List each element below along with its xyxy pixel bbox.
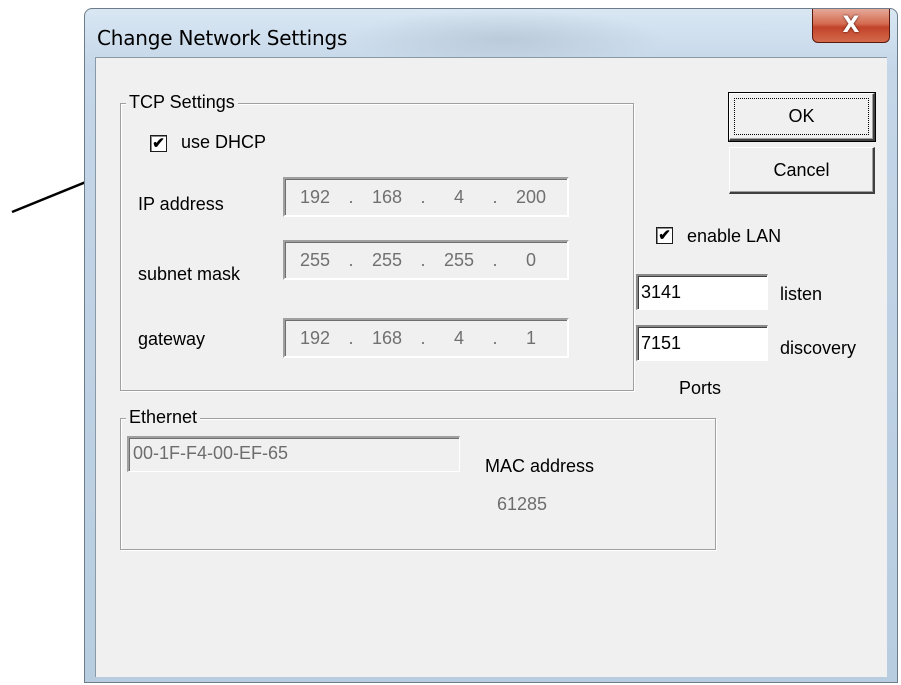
gateway-octet-1: 192 (299, 327, 331, 348)
ip-octet-2: 168 (371, 186, 403, 207)
mask-octet-2: 255 (371, 249, 403, 270)
mask-octet-4: 0 (525, 249, 536, 270)
discovery-label: discovery (780, 338, 857, 358)
enable-lan-checkbox[interactable]: ✔ (656, 227, 673, 244)
discovery-port-input[interactable]: 7151 (636, 325, 768, 361)
check-icon: ✔ (658, 227, 671, 244)
check-icon: ✔ (152, 135, 165, 152)
mac-address-field: 00-1F-F4-00-EF-65 (127, 436, 460, 472)
ip-address-field: 192 . 168 . 4 . 200 (283, 177, 569, 217)
mac-address-label: MAC address (485, 456, 595, 476)
listen-label: listen (780, 284, 823, 304)
ok-button[interactable]: OK (728, 92, 876, 142)
ip-octet-3: 4 (453, 186, 464, 207)
ip-address-label: IP address (138, 194, 224, 214)
gateway-field: 192 . 168 . 4 . 1 (283, 318, 569, 358)
ethernet-legend: Ethernet (126, 407, 201, 428)
cancel-button-label: Cancel (773, 159, 830, 180)
listen-port-input[interactable]: 3141 (636, 274, 768, 310)
mask-octet-3: 255 (443, 249, 475, 270)
use-dhcp-checkbox[interactable]: ✔ (150, 135, 167, 152)
window-title: Change Network Settings (97, 26, 348, 50)
ethernet-number: 61285 (497, 494, 548, 514)
gateway-octet-4: 1 (525, 327, 536, 348)
gateway-octet-3: 4 (453, 327, 464, 348)
ip-octet-4: 200 (515, 186, 547, 207)
mask-octet-1: 255 (299, 249, 331, 270)
cancel-button[interactable]: Cancel (729, 147, 875, 194)
subnet-mask-label: subnet mask (138, 264, 241, 284)
subnet-mask-field: 255 . 255 . 255 . 0 (283, 240, 569, 280)
gateway-label: gateway (138, 329, 206, 349)
close-icon: X (842, 12, 860, 38)
ip-octet-1: 192 (299, 186, 331, 207)
gateway-octet-2: 168 (371, 327, 403, 348)
ports-label: Ports (679, 378, 722, 398)
enable-lan-label[interactable]: enable LAN (687, 226, 781, 247)
use-dhcp-label[interactable]: use DHCP (181, 132, 266, 153)
tcp-settings-legend: TCP Settings (126, 92, 238, 113)
close-button[interactable]: X (812, 9, 890, 43)
